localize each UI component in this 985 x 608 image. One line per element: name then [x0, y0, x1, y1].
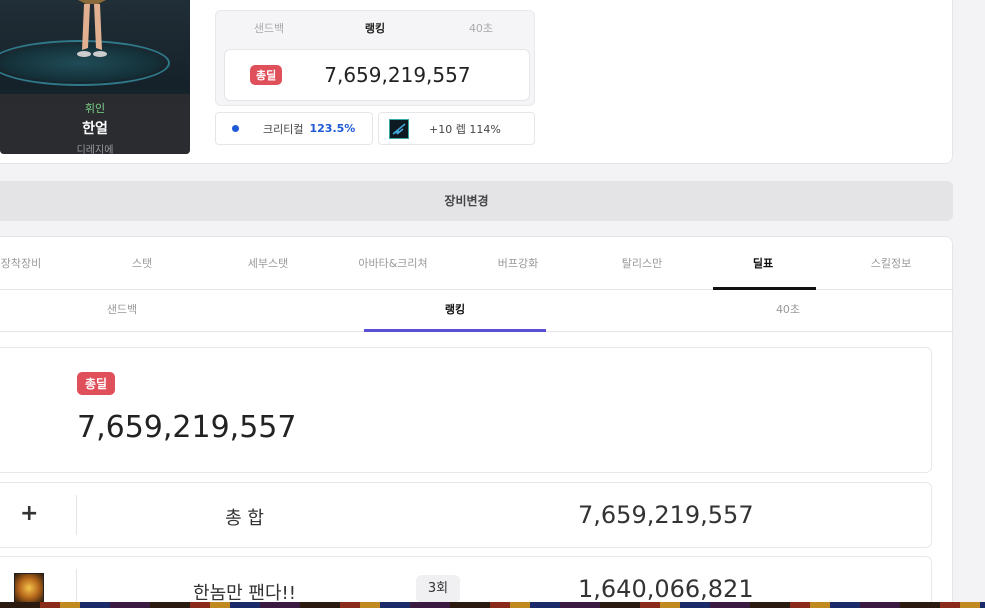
tab-avatar-creature[interactable]: 아바타&크리쳐 [333, 237, 453, 290]
character-server: 디레지에 [76, 145, 114, 154]
total-damage-badge: 총딜 [250, 65, 283, 85]
row-name: 총 합 [225, 508, 264, 529]
subtab-sandbag[interactable]: 샌드백 [1, 290, 243, 332]
skill-icon [14, 573, 44, 603]
mini-tab-sandbag[interactable]: 샌드백 [216, 20, 322, 36]
tab-stats[interactable]: 스탯 [82, 237, 202, 290]
crit-buff-card: 크리티컬 123.5% [215, 112, 373, 145]
character-nameplate: 휘인 한얼 디레지에 [0, 94, 190, 154]
crit-dot-icon [232, 125, 239, 132]
row-value: 1,640,066,821 [578, 575, 754, 603]
tab-buff-enhance[interactable]: 버프강화 [458, 237, 578, 290]
total-damage-value: 7,659,219,557 [77, 410, 297, 445]
crit-value: 123.5% [309, 122, 356, 135]
tab-detail-stats[interactable]: 세부스탯 [208, 237, 328, 290]
hit-count-badge: 3회 [416, 575, 460, 603]
footer-banner-strip [0, 602, 985, 608]
mini-tabs: 샌드백 랭킹 40초 [216, 11, 534, 45]
item-icon [389, 118, 409, 139]
plus-icon[interactable]: + [20, 501, 38, 526]
mini-tab-40s[interactable]: 40초 [428, 20, 534, 36]
tab-equipped[interactable]: 장착장비 [0, 237, 81, 290]
total-damage-box: 총딜 7,659,219,557 [0, 347, 932, 473]
row-divider [76, 495, 77, 535]
subtab-ranking[interactable]: 랭킹 [364, 290, 546, 332]
damage-row-skill[interactable]: 한놈만 팬다!! 3회 1,640,066,821 [0, 556, 932, 608]
mini-total-value: 7,659,219,557 [324, 63, 471, 87]
item-buff-card: +10 렙 114% [378, 112, 535, 145]
character-portrait: 휘인 한얼 디레지에 [0, 0, 190, 154]
character-figure-image [77, 0, 107, 57]
crit-label: 크리티컬 [263, 122, 304, 136]
total-badge: 총딜 [77, 372, 116, 395]
change-equipment-button[interactable]: 장비변경 [0, 181, 953, 221]
mini-total-box: 총딜 7,659,219,557 [224, 49, 530, 101]
tab-talisman[interactable]: 탈리스만 [582, 237, 702, 290]
sub-tabs: 샌드백 랭킹 40초 [0, 290, 954, 332]
main-tabs: 장착장비 스탯 세부스탯 아바타&크리쳐 버프강화 탈리스만 딜표 스킬정보 [0, 237, 954, 290]
character-job: 휘인 [84, 102, 106, 115]
damage-row-total[interactable]: + 총 합 7,659,219,557 [0, 482, 932, 548]
item-label: +10 렙 114% [429, 122, 501, 136]
tab-skill-info[interactable]: 스킬정보 [831, 237, 951, 290]
mini-tab-ranking[interactable]: 랭킹 [322, 20, 428, 36]
row-value: 7,659,219,557 [578, 501, 754, 529]
mini-damage-panel: 샌드백 랭킹 40초 총딜 7,659,219,557 [215, 10, 535, 106]
subtab-40s[interactable]: 40초 [667, 290, 909, 332]
character-name: 한얼 [82, 121, 108, 137]
main-panel: 장착장비 스탯 세부스탯 아바타&크리쳐 버프강화 탈리스만 딜표 스킬정보 샌… [0, 236, 954, 608]
tab-damage-table[interactable]: 딜표 [705, 237, 821, 290]
